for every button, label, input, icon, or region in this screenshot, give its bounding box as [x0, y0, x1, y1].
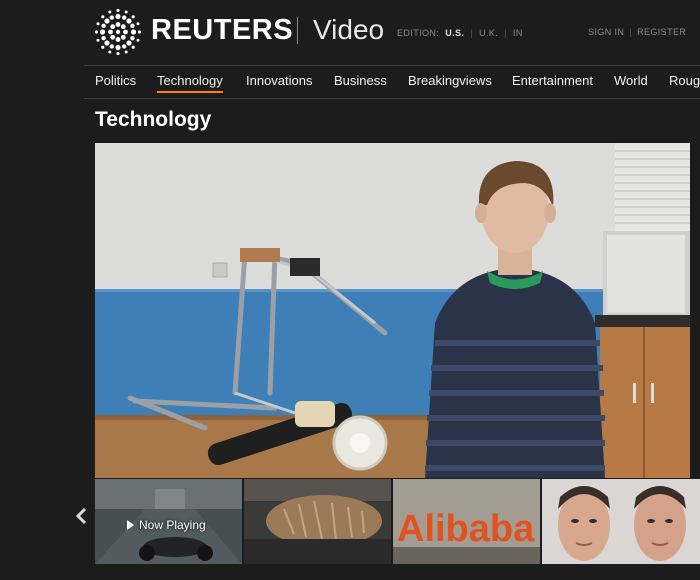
page-title: Technology: [95, 108, 212, 131]
chevron-left-icon[interactable]: [74, 505, 90, 527]
main-nav: Politics Technology Innovations Business…: [0, 66, 700, 98]
brand-name[interactable]: REUTERS: [151, 14, 293, 47]
video-frame-image: [95, 143, 690, 478]
edition-divider: |: [504, 28, 507, 38]
nav-bottom-divider: [84, 98, 700, 99]
logo-divider: [297, 17, 298, 44]
edition-us[interactable]: U.S.: [445, 28, 464, 38]
register-link[interactable]: REGISTER: [637, 27, 686, 37]
nav-item-breakingviews[interactable]: Breakingviews: [408, 73, 492, 88]
edition-label: EDITION:: [397, 28, 440, 38]
carousel-thumb-now-playing[interactable]: Now Playing: [95, 479, 242, 564]
nav-item-innovations[interactable]: Innovations: [246, 73, 313, 88]
carousel-thumb-3[interactable]: Alibaba: [393, 479, 540, 564]
account-divider: |: [629, 27, 633, 37]
account-links: SIGN IN | REGISTER: [588, 27, 686, 37]
reuters-logo-icon[interactable]: [94, 8, 142, 56]
carousel-thumb-4[interactable]: [542, 479, 700, 564]
thumb-image-faces: [542, 479, 700, 564]
nav-item-entertainment[interactable]: Entertainment: [512, 73, 593, 88]
now-playing-text: Now Playing: [139, 518, 206, 532]
edition-divider: |: [470, 28, 474, 38]
now-playing-label: Now Playing: [127, 518, 206, 532]
nav-item-business[interactable]: Business: [334, 73, 387, 88]
nav-item-rough-cuts[interactable]: Roug: [669, 73, 700, 88]
edition-in[interactable]: IN: [513, 28, 523, 38]
nav-item-technology[interactable]: Technology: [157, 73, 223, 93]
play-icon: [127, 520, 134, 530]
video-carousel: Now Playing Alibaba: [95, 479, 700, 564]
edition-selector: EDITION: U.S. | U.K. | IN: [397, 28, 523, 38]
site-header: REUTERS Video EDITION: U.S. | U.K. | IN …: [0, 0, 700, 64]
edition-uk[interactable]: U.K.: [479, 28, 498, 38]
thumb-alibaba-text: Alibaba: [397, 508, 535, 550]
sign-in-link[interactable]: SIGN IN: [588, 27, 624, 37]
thumb-image-alibaba: Alibaba: [393, 479, 540, 564]
nav-item-politics[interactable]: Politics: [95, 73, 136, 88]
nav-item-world[interactable]: World: [614, 73, 648, 88]
carousel-thumb-2[interactable]: [244, 479, 391, 564]
video-player[interactable]: [95, 143, 690, 478]
section-name[interactable]: Video: [313, 14, 384, 46]
thumb-image-fur: [244, 479, 391, 564]
